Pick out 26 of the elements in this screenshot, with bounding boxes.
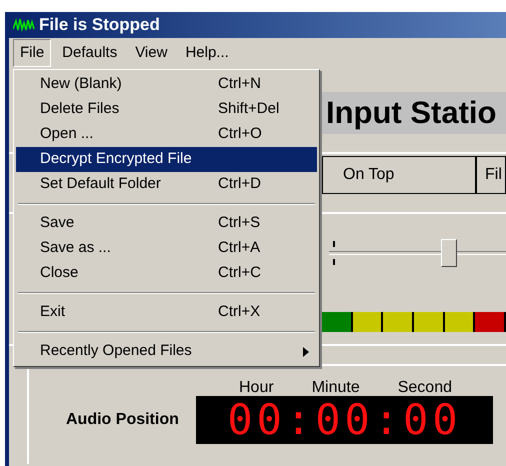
unit-label: Hour [239, 378, 274, 398]
menu-item[interactable]: Set Default Folder Ctrl+D [16, 172, 317, 197]
audio-position-label: Audio Position [66, 410, 179, 430]
menu-item[interactable]: Open ... Ctrl+O [16, 122, 317, 147]
menu-item[interactable]: New (Blank) Ctrl+N [16, 72, 317, 97]
toolbar-button[interactable]: Fil [476, 156, 506, 194]
menu-item[interactable]: Close Ctrl+C [16, 261, 317, 286]
toolbar-button[interactable]: On Top [322, 156, 476, 194]
menu-item[interactable]: Defaults [55, 38, 124, 68]
menu-item[interactable]: Decrypt Encrypted File [16, 147, 317, 172]
position-readout: 00:00:00 [227, 399, 462, 441]
unit-label: Second [398, 378, 452, 398]
submenu-item[interactable]: Recently Opened Files [16, 339, 317, 364]
window-title: File is Stopped [39, 14, 160, 36]
menu-item[interactable]: Save as ... Ctrl+A [16, 236, 317, 261]
waveform-icon [13, 17, 35, 33]
menu-item[interactable]: Delete Files Shift+Del [16, 97, 317, 122]
station-title: Input Statio [326, 94, 496, 132]
unit-label: Minute [312, 378, 360, 398]
menu-item[interactable]: Help... [178, 38, 236, 68]
slider-thumb[interactable] [441, 239, 458, 267]
submenu-arrow-icon [303, 346, 309, 356]
menu-item[interactable]: File [13, 38, 52, 68]
menu-item[interactable]: View [128, 38, 174, 68]
menu-item[interactable]: Exit Ctrl+X [16, 300, 317, 325]
menu-item[interactable]: Save Ctrl+S [16, 211, 317, 236]
